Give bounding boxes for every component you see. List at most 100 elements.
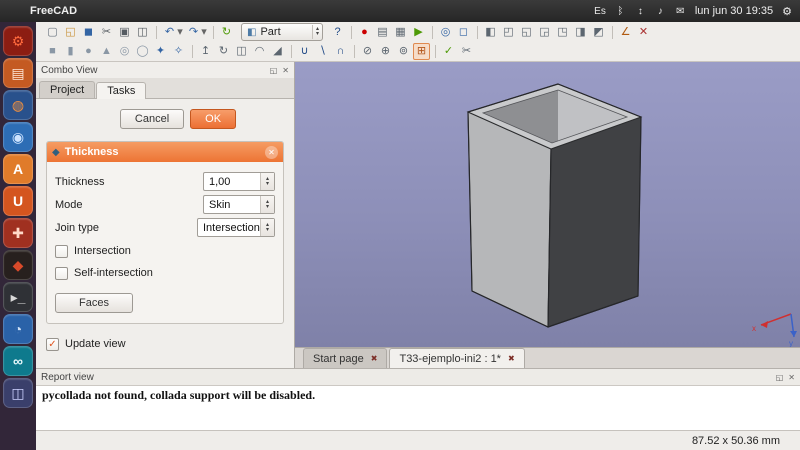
ok-button[interactable]: OK	[190, 109, 236, 129]
toolbar-separator[interactable]	[350, 43, 358, 60]
toolbar-separator[interactable]	[347, 24, 355, 41]
session-menu-icon[interactable]: ⚙	[782, 5, 792, 18]
view-top-icon[interactable]: ◱	[518, 24, 535, 41]
update-view-checkbox[interactable]: ✓	[46, 338, 59, 351]
clear-measure-icon[interactable]: ✕	[635, 24, 652, 41]
view-front-icon[interactable]: ◰	[500, 24, 517, 41]
launcher-chromium[interactable]: ◔	[3, 314, 33, 344]
join-type-combobox[interactable]: Intersection ▴ ▾	[197, 218, 275, 237]
shape-builder-icon[interactable]: ✧	[170, 43, 187, 60]
tab-project[interactable]: Project	[39, 81, 95, 98]
save-icon[interactable]: ◼	[80, 24, 97, 41]
combobox-arrows-icon[interactable]: ▴ ▾	[260, 196, 274, 213]
toolbar-separator[interactable]	[287, 43, 295, 60]
workbench-selector[interactable]: ◧ Part ▴ ▾	[241, 23, 323, 41]
spin-down-icon[interactable]: ▾	[266, 205, 269, 210]
bluetooth-icon[interactable]: ᛒ	[615, 6, 626, 17]
part-box-icon[interactable]: ■	[44, 43, 61, 60]
new-file-icon[interactable]: ▢	[44, 24, 61, 41]
section-icon[interactable]: ⊘	[359, 43, 376, 60]
volume-icon[interactable]: ♪	[655, 6, 666, 17]
3d-model-canvas[interactable]: x y	[295, 62, 800, 347]
close-panel-icon[interactable]: ✕	[282, 66, 289, 75]
intersection-checkbox-row[interactable]: Intersection	[55, 241, 275, 261]
network-icon[interactable]: ↕	[635, 6, 646, 17]
extrude-icon[interactable]: ↥	[197, 43, 214, 60]
tab-tasks[interactable]: Tasks	[96, 82, 146, 99]
update-view-row[interactable]: ✓ Update view	[46, 334, 284, 354]
keyboard-layout-icon[interactable]: Es	[594, 6, 606, 17]
edit-macro-icon[interactable]: ▦	[392, 24, 409, 41]
launcher-browser[interactable]: ◉	[3, 122, 33, 152]
view-rear-icon[interactable]: ◳	[554, 24, 571, 41]
tab-document[interactable]: T33-ejemplo-ini2 : 1* ✖	[389, 348, 524, 368]
zoom-box-icon[interactable]: ◎	[437, 24, 454, 41]
tab-close-icon[interactable]: ✖	[508, 354, 515, 363]
toolbar-separator[interactable]	[188, 43, 196, 60]
launcher-tweak-tools[interactable]: ✚	[3, 218, 33, 248]
boolean-union-icon[interactable]: ∪	[296, 43, 313, 60]
primitives-icon[interactable]: ✦	[152, 43, 169, 60]
toolbar-separator[interactable]	[428, 24, 436, 41]
spin-down-icon[interactable]: ▾	[266, 228, 269, 233]
task-close-icon[interactable]: ✕	[265, 146, 278, 159]
launcher-files[interactable]: ▤	[3, 58, 33, 88]
launcher-ubuntu-software[interactable]: U	[3, 186, 33, 216]
macros-icon[interactable]: ▤	[374, 24, 391, 41]
close-panel-icon[interactable]: ✕	[788, 373, 795, 382]
undo-dropdown-icon[interactable]: ▾	[176, 24, 184, 41]
refine-shape-icon[interactable]: ✂	[458, 43, 475, 60]
thickness-tool-icon[interactable]: ⊞	[413, 43, 430, 60]
float-panel-icon[interactable]: ◱	[270, 66, 278, 75]
report-view-log[interactable]: pycollada not found, collada support wil…	[36, 385, 800, 430]
spinbox-arrows-icon[interactable]: ▴ ▾	[260, 173, 274, 190]
cancel-button[interactable]: Cancel	[120, 109, 184, 129]
tab-start-page[interactable]: Start page ✖	[303, 348, 387, 368]
fit-all-icon[interactable]: ◻	[455, 24, 472, 41]
part-sphere-icon[interactable]: ●	[80, 43, 97, 60]
whatsthis-icon[interactable]: ?	[329, 24, 346, 41]
launcher-firefox[interactable]: ◍	[3, 90, 33, 120]
launcher-terminal[interactable]: ▸_	[3, 282, 33, 312]
view-isometric-icon[interactable]: ◧	[482, 24, 499, 41]
launcher-workspaces[interactable]: ◫	[3, 378, 33, 408]
toolbar-separator[interactable]	[473, 24, 481, 41]
float-panel-icon[interactable]: ◱	[776, 373, 784, 382]
boolean-cut-icon[interactable]: ∖	[314, 43, 331, 60]
thickness-spinbox[interactable]: 1,00 ▴ ▾	[203, 172, 275, 191]
part-torus-icon[interactable]: ◎	[116, 43, 133, 60]
thickness-task-header[interactable]: ◆ Thickness ✕	[47, 142, 283, 162]
boolean-intersection-icon[interactable]: ∩	[332, 43, 349, 60]
paste-icon[interactable]: ◫	[134, 24, 151, 41]
launcher-freecad[interactable]: ⚙	[3, 26, 33, 56]
copy-icon[interactable]: ▣	[116, 24, 133, 41]
view-bottom-icon[interactable]: ◨	[572, 24, 589, 41]
fillet-icon[interactable]: ◠	[251, 43, 268, 60]
view-right-icon[interactable]: ◲	[536, 24, 553, 41]
mirror-icon[interactable]: ◫	[233, 43, 250, 60]
open-file-icon[interactable]: ◱	[62, 24, 79, 41]
cross-sections-icon[interactable]: ⊕	[377, 43, 394, 60]
record-macro-icon[interactable]: ●	[356, 24, 373, 41]
view-left-icon[interactable]: ◩	[590, 24, 607, 41]
toolbar-separator[interactable]	[431, 43, 439, 60]
spin-down-icon[interactable]: ▾	[266, 182, 269, 187]
tab-close-icon[interactable]: ✖	[371, 354, 378, 363]
redo-dropdown-icon[interactable]: ▾	[200, 24, 208, 41]
cut-icon[interactable]: ✂	[98, 24, 115, 41]
faces-button[interactable]: Faces	[55, 293, 133, 313]
part-cone-icon[interactable]: ▲	[98, 43, 115, 60]
chamfer-icon[interactable]: ◢	[269, 43, 286, 60]
launcher-app-a[interactable]: A	[3, 154, 33, 184]
launcher-arduino[interactable]: ∞	[3, 346, 33, 376]
check-geometry-icon[interactable]: ✓	[440, 43, 457, 60]
refresh-icon[interactable]: ↻	[218, 24, 235, 41]
execute-macro-icon[interactable]: ▶	[410, 24, 427, 41]
mode-combobox[interactable]: Skin ▴ ▾	[203, 195, 275, 214]
part-cylinder-icon[interactable]: ▮	[62, 43, 79, 60]
toolbar-separator[interactable]	[209, 24, 217, 41]
self-intersection-checkbox-row[interactable]: Self-intersection	[55, 263, 275, 283]
combobox-arrows-icon[interactable]: ▴ ▾	[260, 219, 274, 236]
launcher-kicad[interactable]: ◆	[3, 250, 33, 280]
self-intersection-checkbox[interactable]	[55, 267, 68, 280]
